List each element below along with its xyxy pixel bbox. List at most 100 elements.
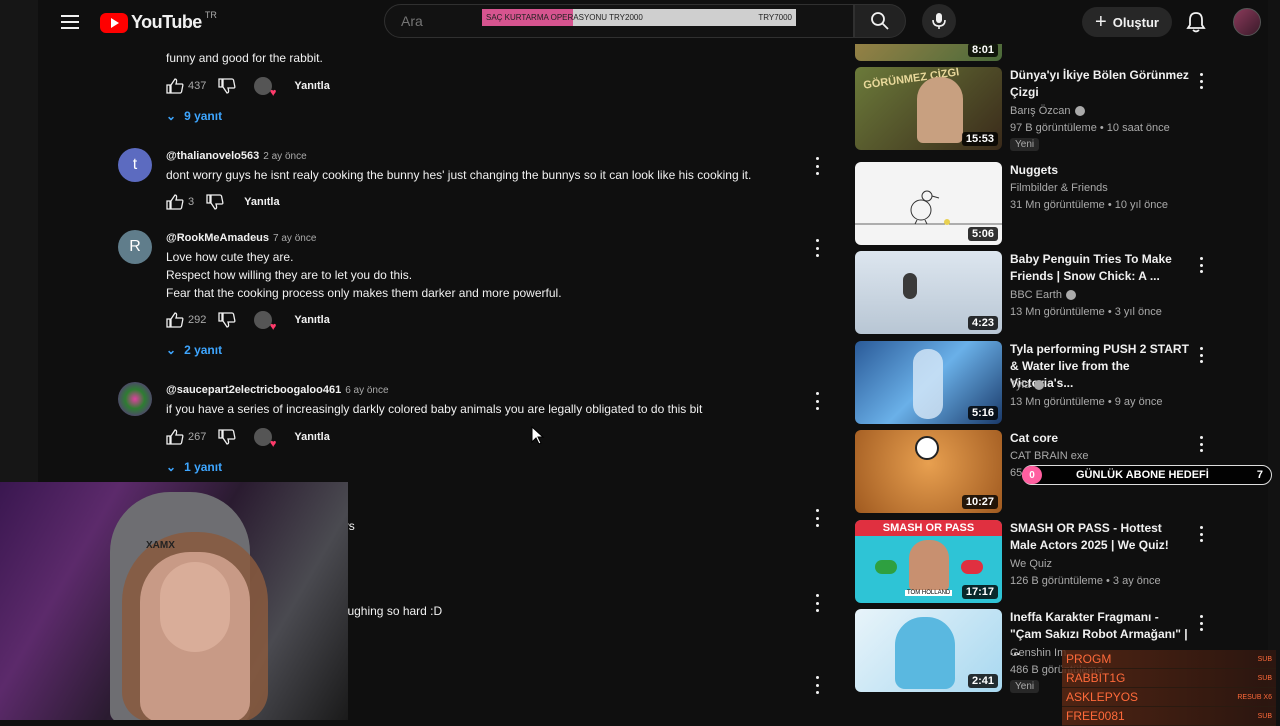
account-avatar[interactable] [1233, 8, 1261, 36]
channel-name[interactable]: BBC Earth [1010, 289, 1062, 301]
dislike-button[interactable] [206, 194, 224, 210]
sub-name: FREE0081 [1066, 709, 1125, 723]
reply-button[interactable]: Yanıtla [294, 314, 329, 326]
video-menu-icon[interactable] [1198, 526, 1204, 542]
video-menu-icon[interactable] [1198, 615, 1204, 631]
recommended-video[interactable]: 8:01 [855, 44, 1215, 62]
menu-icon[interactable] [58, 10, 82, 34]
reply-button[interactable]: Yanıtla [294, 431, 329, 443]
search-button[interactable] [854, 4, 906, 38]
video-thumbnail[interactable]: SMASH OR PASS TOM HOLLAND 17:17 [855, 520, 1002, 603]
comment-menu-icon[interactable] [812, 239, 822, 257]
comment-time[interactable]: 2 ay önce [263, 151, 306, 162]
verified-icon [1065, 290, 1076, 300]
video-channel[interactable]: Filmbilder & Friends [1010, 182, 1108, 194]
video-menu-icon[interactable] [1198, 73, 1204, 89]
comment-avatar[interactable] [118, 382, 152, 416]
like-button[interactable]: 267 [166, 429, 206, 445]
video-duration: 17:17 [961, 585, 998, 599]
channel-name[interactable]: Filmbilder & Friends [1010, 182, 1108, 194]
search-input[interactable] [399, 12, 473, 30]
comment-author[interactable]: @RookMeAmadeus 7 ay önce [166, 232, 316, 244]
mouse-cursor-icon [531, 426, 545, 445]
recommended-video[interactable]: 5:16 Tyla performing PUSH 2 START & Wate… [855, 341, 1215, 425]
creator-heart-icon [254, 428, 276, 450]
comment-menu-icon[interactable] [812, 676, 822, 694]
create-button[interactable]: + Oluştur [1082, 7, 1172, 37]
right-frame [1268, 0, 1280, 720]
comment-actions: 3 Yanıtla [166, 192, 280, 212]
thumbs-up-icon [166, 429, 184, 445]
video-title[interactable]: Cat core [1010, 430, 1190, 447]
video-duration: 2:41 [967, 674, 998, 688]
comment-text: funny and good for the rabbit. [166, 51, 323, 65]
like-button[interactable]: 437 [166, 78, 206, 94]
sub-tag: SUB [1257, 674, 1272, 682]
video-title[interactable]: Nuggets [1010, 162, 1190, 179]
video-title[interactable]: SMASH OR PASS - Hottest Male Actors 2025… [1010, 520, 1190, 554]
like-button[interactable]: 292 [166, 312, 206, 328]
video-menu-icon[interactable] [1198, 257, 1204, 273]
reply-button[interactable]: Yanıtla [244, 196, 279, 208]
notifications-bell-icon[interactable] [1185, 10, 1207, 34]
channel-name[interactable]: CAT BRAIN exe [1010, 450, 1088, 462]
video-channel[interactable]: CAT BRAIN exe [1010, 450, 1088, 462]
comment-actions: 292 Yanıtla [166, 310, 330, 333]
video-thumbnail[interactable]: 2:41 [855, 609, 1002, 692]
channel-name[interactable]: Barış Özcan [1010, 105, 1071, 117]
voice-search-button[interactable] [922, 4, 956, 38]
recommended-video[interactable]: 4:23 Baby Penguin Tries To Make Friends … [855, 251, 1215, 335]
dislike-button[interactable] [218, 429, 236, 445]
video-menu-icon[interactable] [1198, 436, 1204, 452]
reply-button[interactable]: Yanıtla [294, 80, 329, 92]
video-channel[interactable]: Barış Özcan [1010, 105, 1085, 117]
video-thumbnail[interactable]: 8:01 [855, 44, 1002, 61]
comment-time[interactable]: 7 ay önce [273, 233, 316, 244]
thumbs-up-icon [166, 312, 184, 328]
video-channel[interactable]: Tyla [1010, 379, 1045, 391]
comment-text: dont worry guys he isnt realy cooking th… [166, 168, 752, 182]
recommended-video[interactable]: SMASH OR PASS TOM HOLLAND 17:17 SMASH OR… [855, 520, 1215, 604]
dislike-button[interactable] [218, 78, 236, 94]
replies-toggle[interactable]: ⌄ 1 yanıt [166, 460, 222, 474]
comment-avatar[interactable]: t [118, 148, 152, 182]
replies-count: 2 yanıt [184, 343, 223, 357]
video-menu-icon[interactable] [1198, 347, 1204, 363]
video-thumbnail[interactable]: GÖRÜNMEZ ÇİZGİ 15:53 [855, 67, 1002, 150]
comment-menu-icon[interactable] [812, 594, 822, 612]
comment-menu-icon[interactable] [812, 157, 822, 175]
comment-avatar[interactable]: R [118, 230, 152, 264]
author-handle[interactable]: @RookMeAmadeus [166, 232, 269, 244]
video-thumbnail[interactable]: 10:27 [855, 430, 1002, 513]
comment-time[interactable]: 6 ay önce [345, 385, 388, 396]
video-channel[interactable]: BBC Earth [1010, 289, 1076, 301]
youtube-logo[interactable]: YouTube TR [100, 10, 217, 33]
channel-name[interactable]: We Quiz [1010, 558, 1052, 570]
comment-author[interactable]: @saucepart2electricboogaloo461 6 ay önce [166, 384, 389, 396]
channel-name[interactable]: Genshin Im [1010, 647, 1066, 659]
comment-author[interactable]: @thalianovelo563 2 ay önce [166, 150, 307, 162]
video-title[interactable]: Baby Penguin Tries To Make Friends | Sno… [1010, 251, 1190, 285]
video-meta: 13 Mn görüntüleme • 9 ay önce [1010, 396, 1163, 408]
video-channel[interactable]: Genshin Im [1010, 647, 1066, 659]
comment-menu-icon[interactable] [812, 509, 822, 527]
dislike-button[interactable] [218, 312, 236, 328]
comment-menu-icon[interactable] [812, 392, 822, 410]
recommended-video[interactable]: 5:06 Nuggets Filmbilder & Friends 31 Mn … [855, 162, 1215, 246]
video-thumbnail[interactable]: 5:06 [855, 162, 1002, 245]
video-thumbnail[interactable]: 4:23 [855, 251, 1002, 334]
replies-toggle[interactable]: ⌄ 2 yanıt [166, 343, 222, 357]
author-handle[interactable]: @thalianovelo563 [166, 150, 259, 162]
video-title[interactable]: Dünya'yı İkiye Bölen Görünmez Çizgi [1010, 67, 1190, 101]
pass-button-graphic [961, 560, 983, 574]
video-thumbnail[interactable]: 5:16 [855, 341, 1002, 424]
video-channel[interactable]: We Quiz [1010, 558, 1052, 570]
recommended-video[interactable]: GÖRÜNMEZ ÇİZGİ 15:53 Dünya'yı İkiye Böle… [855, 67, 1215, 151]
replies-toggle[interactable]: ⌄ 9 yanıt [166, 109, 222, 123]
author-handle[interactable]: @saucepart2electricboogaloo461 [166, 384, 341, 396]
sub-tag: RESUB X6 [1237, 693, 1272, 701]
channel-name[interactable]: Tyla [1010, 379, 1030, 391]
replies-count: 1 yanıt [184, 460, 223, 474]
logo-text: YouTube [131, 12, 202, 32]
like-button[interactable]: 3 [166, 194, 194, 210]
